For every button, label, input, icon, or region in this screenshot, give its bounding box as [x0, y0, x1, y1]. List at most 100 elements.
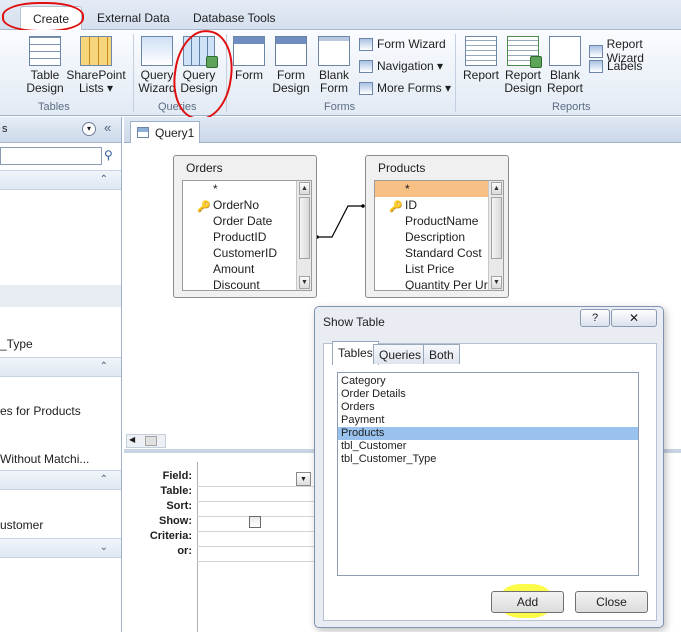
list-item[interactable]: Orders: [338, 401, 638, 414]
field-item[interactable]: Amount: [183, 261, 311, 277]
chevron-up-icon: ⌃: [99, 474, 108, 485]
field-list-orders[interactable]: Orders * 🔑 OrderNo Order Date ProductID C…: [173, 155, 317, 298]
tab-both[interactable]: Both: [423, 344, 460, 364]
ribbon: Table Design SharePoint Lists ▾ Tables Q…: [0, 30, 681, 116]
list-item[interactable]: Payment: [338, 414, 638, 427]
nav-group-header[interactable]: ⌄: [0, 538, 121, 558]
scroll-down-icon[interactable]: ▼: [491, 276, 502, 289]
field-item[interactable]: ProductID: [183, 229, 311, 245]
grid-line: [197, 501, 317, 502]
table-design-button[interactable]: Table Design: [24, 36, 66, 95]
list-item-selected[interactable]: Products: [338, 427, 638, 440]
field-item[interactable]: Description: [375, 229, 503, 245]
tab-tables[interactable]: Tables: [332, 341, 379, 365]
group-separator: [455, 34, 456, 112]
ribbon-tab-bar: Create External Data Database Tools: [0, 0, 681, 31]
navigation-button[interactable]: Navigation ▾: [359, 59, 443, 73]
field-list-scrollbar[interactable]: ▲ ▼: [488, 181, 503, 290]
field-item-key[interactable]: 🔑 OrderNo: [183, 197, 311, 213]
form-icon: [233, 36, 265, 66]
nav-pane-header: s ▾ «: [0, 117, 121, 143]
collapse-pane-icon[interactable]: «: [104, 120, 111, 135]
nav-menu-dropdown-icon[interactable]: ▾: [82, 122, 96, 136]
blank-form-button[interactable]: Blank Form: [315, 36, 353, 95]
field-list-title[interactable]: Products: [366, 156, 508, 180]
nav-group-header[interactable]: ⌃: [0, 470, 121, 490]
field-list-products[interactable]: Products * 🔑 ID ProductName Description S…: [365, 155, 509, 298]
sharepoint-lists-button[interactable]: SharePoint Lists ▾: [66, 36, 126, 95]
nav-group-header[interactable]: ⌃: [0, 357, 121, 377]
sharepoint-lists-icon: [80, 36, 112, 66]
nav-pane-title-fragment: s: [2, 123, 8, 135]
qbe-row-label-field: Field:: [162, 470, 192, 482]
add-button[interactable]: Add: [491, 591, 564, 613]
field-item[interactable]: ProductName: [375, 213, 503, 229]
field-item[interactable]: Order Date: [183, 213, 311, 229]
blank-report-button[interactable]: Blank Report: [546, 36, 584, 95]
field-item-label: ID: [405, 198, 417, 212]
qbe-row-label-or: or:: [177, 545, 192, 557]
field-item[interactable]: CustomerID: [183, 245, 311, 261]
field-item[interactable]: Quantity Per Ur: [375, 277, 503, 290]
scroll-thumb[interactable]: [299, 197, 310, 259]
field-item[interactable]: List Price: [375, 261, 503, 277]
scroll-left-icon[interactable]: ◀: [129, 435, 135, 444]
nav-search-input[interactable]: [0, 147, 102, 165]
nav-item-selected-row[interactable]: [0, 285, 121, 307]
grid-line: [197, 486, 317, 487]
scroll-up-icon[interactable]: ▲: [491, 182, 502, 195]
form-design-label: Form Design: [272, 68, 310, 95]
form-design-button[interactable]: Form Design: [271, 36, 311, 95]
scroll-up-icon[interactable]: ▲: [299, 182, 310, 195]
blank-form-icon: [318, 36, 350, 66]
help-button[interactable]: ?: [580, 309, 610, 327]
tab-queries[interactable]: Queries: [373, 344, 428, 364]
sharepoint-lists-label: SharePoint Lists ▾: [66, 68, 126, 95]
list-item[interactable]: tbl_Customer: [338, 440, 638, 453]
close-x-button[interactable]: ✕: [611, 309, 657, 327]
query-wizard-button[interactable]: Query Wizard: [137, 36, 177, 95]
nav-item[interactable]: es for Products: [0, 404, 81, 418]
qbe-grid-column[interactable]: [197, 462, 317, 632]
field-list-title[interactable]: Orders: [174, 156, 316, 180]
field-item[interactable]: Standard Cost: [375, 245, 503, 261]
report-button[interactable]: Report: [462, 36, 500, 82]
field-item[interactable]: *: [183, 181, 311, 197]
form-wizard-label: Form Wizard: [377, 37, 446, 51]
nav-group-header[interactable]: ⌃: [0, 170, 121, 190]
list-item[interactable]: Order Details: [338, 388, 638, 401]
form-design-icon: [275, 36, 307, 66]
tab-database-tools[interactable]: Database Tools: [181, 6, 288, 30]
show-checkbox[interactable]: [249, 516, 261, 528]
nav-item[interactable]: Without Matchi...: [0, 452, 89, 466]
form-wizard-button[interactable]: Form Wizard: [359, 37, 446, 51]
scroll-thumb[interactable]: [145, 436, 157, 446]
report-icon: [465, 36, 497, 66]
field-list-scrollbar[interactable]: ▲ ▼: [296, 181, 311, 290]
form-button[interactable]: Form: [232, 36, 266, 82]
more-forms-label: More Forms ▾: [377, 81, 452, 95]
field-item-selected[interactable]: *: [375, 181, 503, 197]
table-list[interactable]: Category Order Details Orders Payment Pr…: [337, 372, 639, 576]
query-wizard-icon: [141, 36, 173, 66]
chevron-up-icon: ⌃: [99, 174, 108, 185]
list-item[interactable]: Category: [338, 375, 638, 388]
scroll-down-icon[interactable]: ▼: [299, 276, 310, 289]
search-icon[interactable]: ⚲: [104, 148, 113, 162]
tab-query1[interactable]: Query1: [130, 121, 200, 143]
close-icon: ✕: [628, 311, 640, 325]
more-forms-button[interactable]: More Forms ▾: [359, 81, 451, 95]
field-item[interactable]: Discount: [183, 277, 311, 290]
labels-button[interactable]: Labels: [589, 59, 642, 73]
field-item-key[interactable]: 🔑 ID: [375, 197, 503, 213]
scroll-thumb[interactable]: [491, 197, 502, 259]
table-design-label: Table Design: [26, 68, 64, 95]
report-design-button[interactable]: Report Design: [503, 36, 543, 95]
field-dropdown-arrow-icon[interactable]: ▼: [296, 472, 311, 486]
horizontal-scrollbar[interactable]: ◀: [126, 434, 166, 448]
list-item[interactable]: tbl_Customer_Type: [338, 453, 638, 466]
tab-external-data[interactable]: External Data: [85, 6, 182, 30]
nav-item[interactable]: _Type: [0, 337, 33, 351]
close-button[interactable]: Close: [575, 591, 648, 613]
nav-item[interactable]: ustomer: [0, 518, 43, 532]
